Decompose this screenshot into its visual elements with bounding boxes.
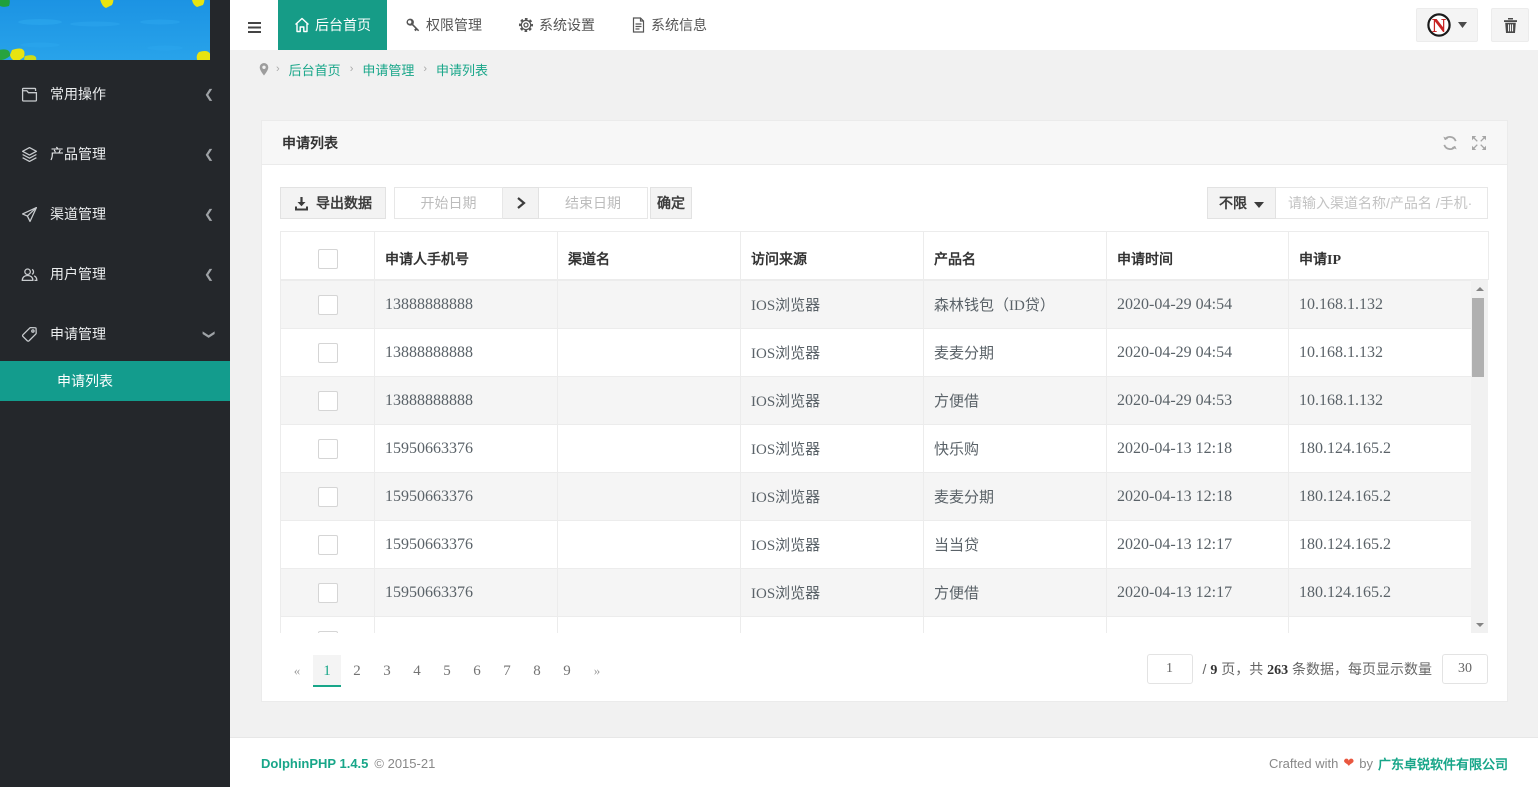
svg-text:N: N: [1432, 15, 1447, 37]
